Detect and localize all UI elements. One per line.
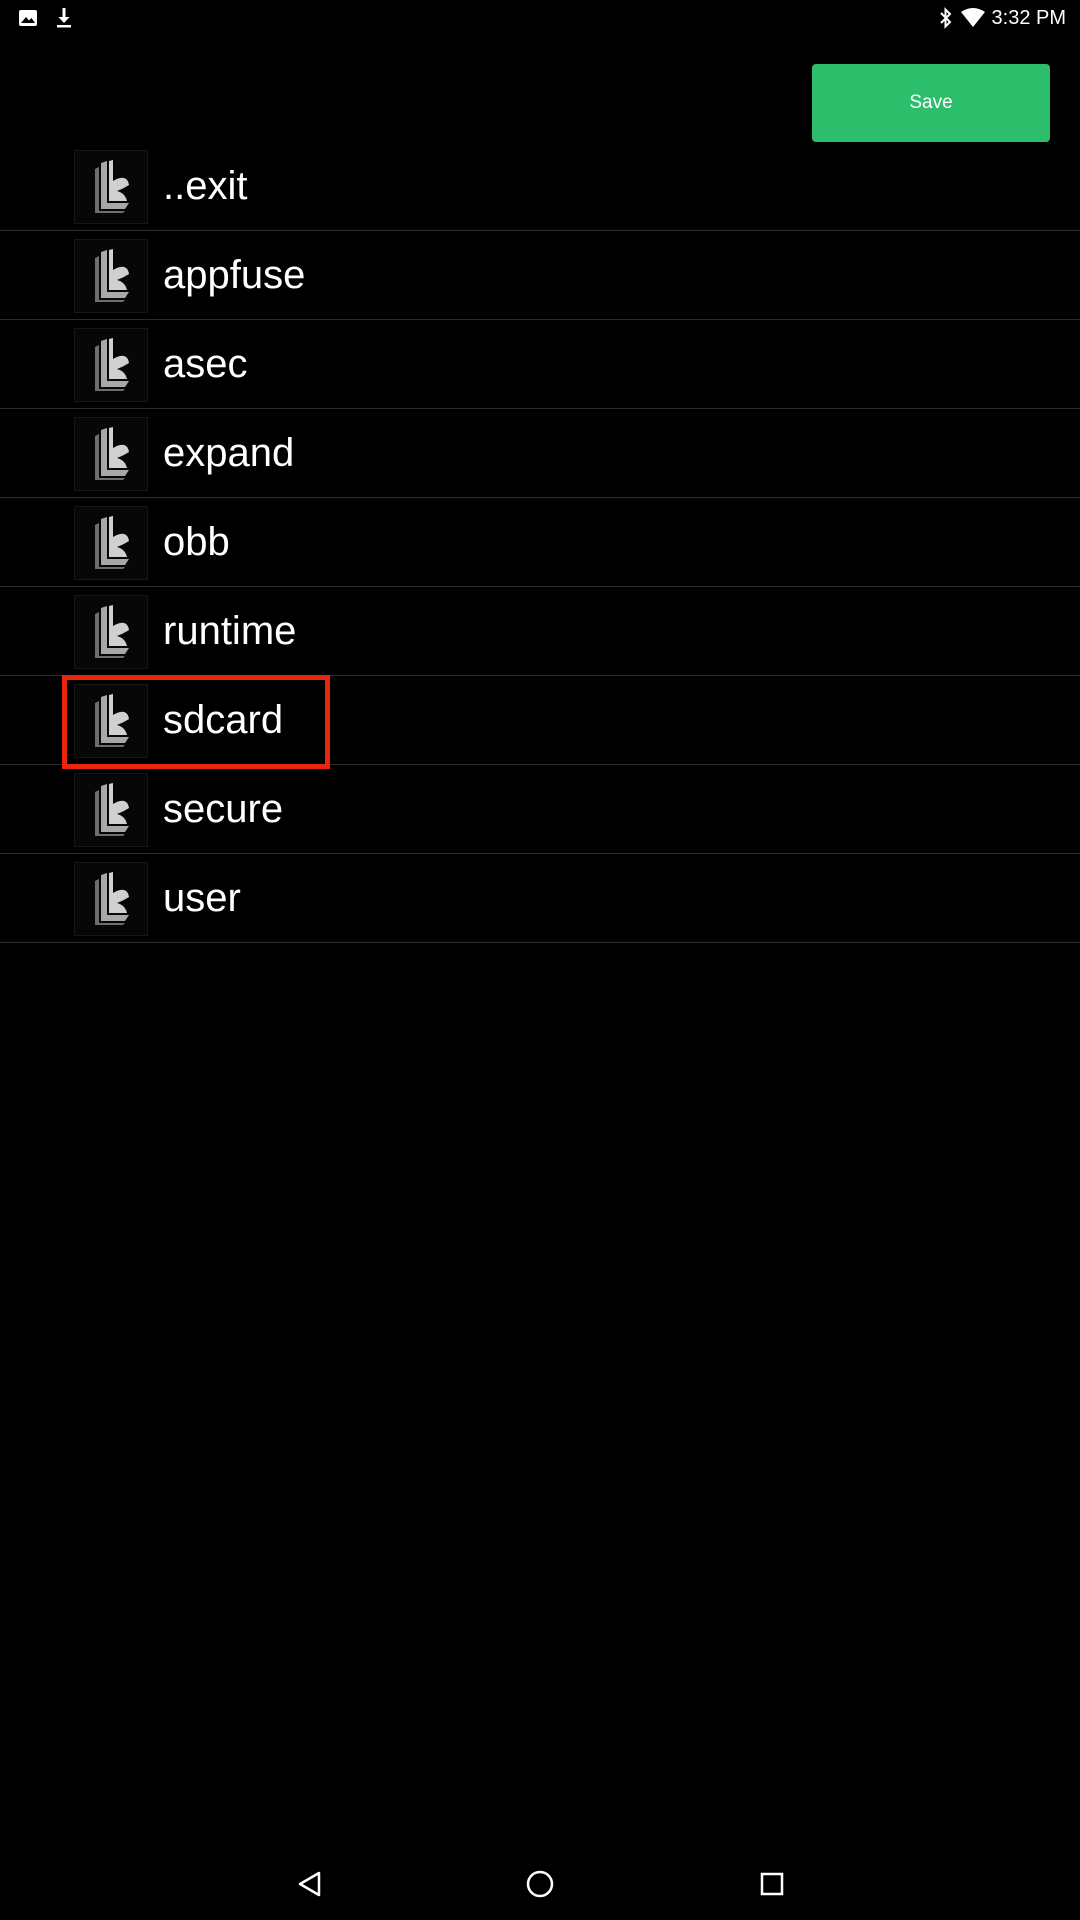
download-icon	[54, 7, 74, 29]
folder-app-icon	[74, 150, 148, 224]
list-item-exit[interactable]: ..exit	[0, 142, 1080, 231]
list-item-sdcard[interactable]: sdcard	[0, 675, 1080, 769]
list-item-label: appfuse	[163, 253, 306, 297]
list-item-user[interactable]: user	[0, 854, 1080, 943]
list-item-label: obb	[163, 520, 230, 564]
wifi-icon	[960, 7, 986, 29]
folder-list: ..exit appfuse asec expand obb runtime s…	[0, 142, 1080, 943]
list-item-asec[interactable]: asec	[0, 320, 1080, 409]
recents-icon[interactable]	[752, 1864, 792, 1904]
save-button[interactable]: Save	[812, 64, 1050, 142]
home-icon[interactable]	[520, 1864, 560, 1904]
list-item-label: runtime	[163, 609, 297, 653]
back-icon[interactable]	[290, 1864, 330, 1904]
folder-app-icon	[74, 862, 148, 936]
list-item-secure[interactable]: secure	[0, 765, 1080, 854]
list-item-appfuse[interactable]: appfuse	[0, 231, 1080, 320]
navigation-bar	[0, 1848, 1080, 1920]
folder-app-icon	[74, 684, 148, 758]
list-item-label: sdcard	[163, 698, 284, 742]
list-item-runtime[interactable]: runtime	[0, 587, 1080, 676]
status-bar: 3:32 PM	[0, 0, 1080, 36]
folder-app-icon	[74, 773, 148, 847]
list-item-obb[interactable]: obb	[0, 498, 1080, 587]
folder-app-icon	[74, 595, 148, 669]
list-item-label: ..exit	[163, 164, 248, 208]
folder-app-icon	[74, 239, 148, 313]
list-item-expand[interactable]: expand	[0, 409, 1080, 498]
status-right: 3:32 PM	[938, 4, 1066, 32]
list-item-label: secure	[163, 787, 284, 831]
list-item-label: expand	[163, 431, 295, 475]
folder-app-icon	[74, 506, 148, 580]
clock: 3:32 PM	[991, 6, 1066, 29]
image-icon	[18, 8, 38, 28]
list-item-label: asec	[163, 342, 248, 386]
bluetooth-icon	[938, 6, 954, 30]
list-item-label: user	[163, 876, 241, 920]
folder-app-icon	[74, 328, 148, 402]
status-left	[18, 6, 90, 30]
folder-app-icon	[74, 417, 148, 491]
